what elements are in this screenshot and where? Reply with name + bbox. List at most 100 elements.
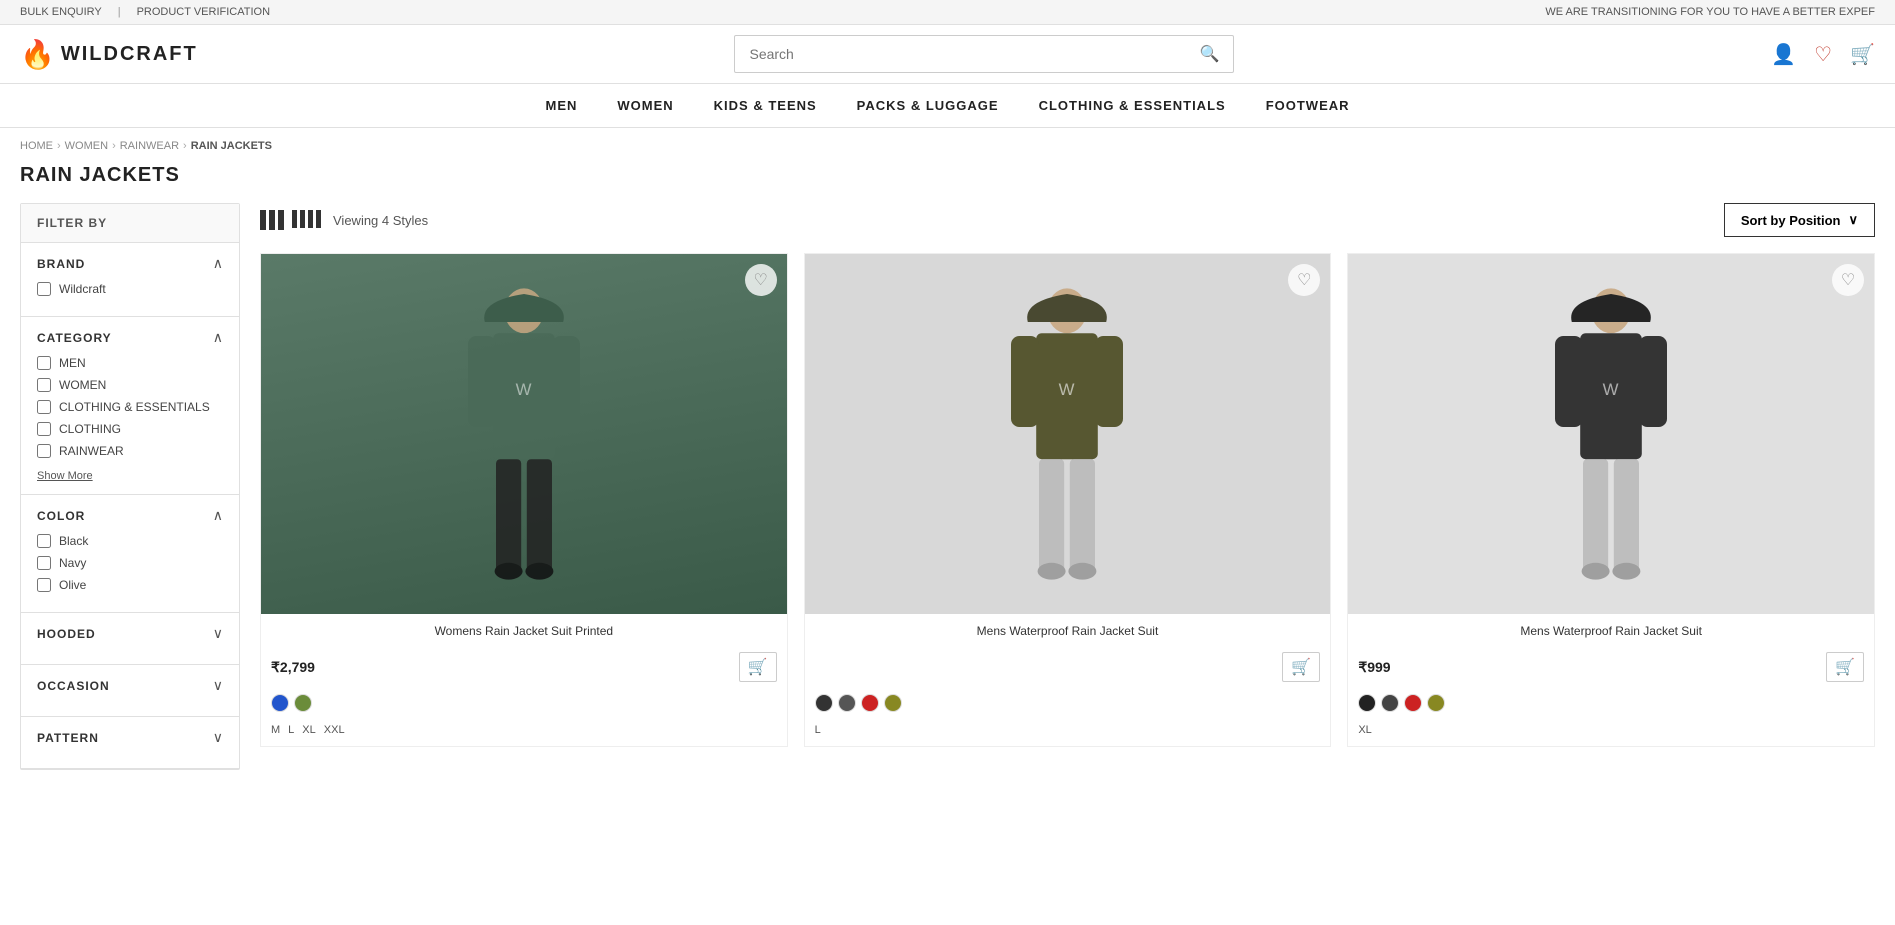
three-column-view-icon[interactable]	[260, 210, 284, 230]
logo[interactable]: 🔥 WILDCRAFT	[20, 38, 198, 71]
wishlist-btn-3[interactable]: ♡	[1832, 264, 1864, 296]
search-input[interactable]	[749, 46, 1199, 62]
show-more-category[interactable]: Show More	[37, 470, 93, 482]
product-image-wrap-2: W ♡	[805, 254, 1331, 614]
color-swatch-olive-2[interactable]	[884, 694, 902, 712]
viewing-text: Viewing 4 Styles	[333, 213, 428, 228]
product-price-row-2: 🛒	[805, 652, 1331, 690]
cart-icon[interactable]: 🛒	[1850, 42, 1875, 67]
filter-option-clothing[interactable]: CLOTHING	[37, 422, 223, 436]
color-olive-label: Olive	[59, 578, 86, 592]
wishlist-icon[interactable]: ♡	[1814, 42, 1832, 67]
color-black-label: Black	[59, 534, 88, 548]
color-swatch-red-3[interactable]	[1404, 694, 1422, 712]
color-swatch-darkgray-3[interactable]	[1381, 694, 1399, 712]
search-icon[interactable]: 🔍	[1200, 44, 1220, 64]
filter-option-black[interactable]: Black	[37, 534, 223, 548]
nav-footwear[interactable]: FOOTWEAR	[1266, 98, 1350, 113]
color-swatch-olive-1[interactable]	[294, 694, 312, 712]
size-m-1[interactable]: M	[271, 724, 280, 736]
add-to-cart-btn-2[interactable]: 🛒	[1282, 652, 1320, 682]
pattern-toggle-icon: ∨	[213, 729, 223, 746]
filter-section-hooded-header[interactable]: HOODED ∨	[37, 625, 223, 642]
product-card-2[interactable]: W ♡ Mens Waterproof Rain Jacket Suit 🛒	[804, 253, 1332, 747]
nav-men[interactable]: MEN	[545, 98, 577, 113]
occasion-toggle-icon: ∨	[213, 677, 223, 694]
size-xl-1[interactable]: XL	[302, 724, 315, 736]
product-colors-1	[261, 690, 787, 720]
product-sizes-3: XL	[1348, 720, 1874, 746]
breadcrumb-women[interactable]: WOMEN	[65, 140, 108, 152]
color-black-checkbox[interactable]	[37, 534, 51, 548]
category-clothing-checkbox[interactable]	[37, 422, 51, 436]
filter-section-color-title: COLOR	[37, 509, 85, 523]
filter-section-pattern: PATTERN ∨	[21, 717, 239, 769]
product-sizes-2: L	[805, 720, 1331, 746]
color-swatch-olive-3[interactable]	[1427, 694, 1445, 712]
user-icon[interactable]: 👤	[1771, 42, 1796, 67]
product-card-1[interactable]: W ♡ Womens Rain Jacket Suit Printed ₹2,7…	[260, 253, 788, 747]
filter-section-color-header[interactable]: COLOR ∧	[37, 507, 223, 524]
color-swatch-blue-1[interactable]	[271, 694, 289, 712]
nav-kids-teens[interactable]: KIDS & TEENS	[714, 98, 817, 113]
filter-option-rainwear[interactable]: RAINWEAR	[37, 444, 223, 458]
product-card-3[interactable]: W ♡ Mens Waterproof Rain Jacket Suit ₹99…	[1347, 253, 1875, 747]
product-name-3: Mens Waterproof Rain Jacket Suit	[1358, 624, 1864, 638]
filter-option-olive[interactable]: Olive	[37, 578, 223, 592]
four-column-view-icon[interactable]	[292, 210, 321, 230]
header-icons: 👤 ♡ 🛒	[1771, 42, 1875, 67]
size-l-1[interactable]: L	[288, 724, 294, 736]
filter-option-navy[interactable]: Navy	[37, 556, 223, 570]
product-verification-link[interactable]: PRODUCT VERIFICATION	[137, 6, 270, 18]
nav-packs-luggage[interactable]: PACKS & LUGGAGE	[857, 98, 999, 113]
sort-button[interactable]: Sort by Position ∨	[1724, 203, 1875, 237]
filter-option-women[interactable]: WOMEN	[37, 378, 223, 392]
product-image-wrap-1: W ♡	[261, 254, 787, 614]
category-clothing-essentials-checkbox[interactable]	[37, 400, 51, 414]
brand-wildcraft-checkbox[interactable]	[37, 282, 51, 296]
color-olive-checkbox[interactable]	[37, 578, 51, 592]
hooded-toggle-icon: ∨	[213, 625, 223, 642]
toolbar-left: Viewing 4 Styles	[260, 210, 428, 230]
size-xxl-1[interactable]: XXL	[324, 724, 345, 736]
category-women-checkbox[interactable]	[37, 378, 51, 392]
wishlist-btn-1[interactable]: ♡	[745, 264, 777, 296]
product-area: Viewing 4 Styles Sort by Position ∨	[260, 203, 1875, 770]
color-swatch-black-2[interactable]	[815, 694, 833, 712]
add-to-cart-btn-1[interactable]: 🛒	[739, 652, 777, 682]
filter-section-category-title: CATEGORY	[37, 331, 112, 345]
size-l-2[interactable]: L	[815, 724, 821, 736]
color-swatch-darkgray-2[interactable]	[838, 694, 856, 712]
color-toggle-icon: ∧	[213, 507, 223, 524]
filter-section-brand-header[interactable]: BRAND ∧	[37, 255, 223, 272]
product-info-3: Mens Waterproof Rain Jacket Suit	[1348, 614, 1874, 652]
filter-section-occasion-header[interactable]: OCCASION ∨	[37, 677, 223, 694]
filter-section-category-header[interactable]: CATEGORY ∧	[37, 329, 223, 346]
size-xl-3[interactable]: XL	[1358, 724, 1371, 736]
nav-women[interactable]: WOMEN	[617, 98, 673, 113]
color-navy-checkbox[interactable]	[37, 556, 51, 570]
product-price-row-1: ₹2,799 🛒	[261, 652, 787, 690]
logo-icon: 🔥	[20, 38, 55, 71]
brand-wildcraft-label: Wildcraft	[59, 282, 106, 296]
filter-option-men[interactable]: MEN	[37, 356, 223, 370]
sidebar: FILTER BY BRAND ∧ Wildcraft CATEGORY ∧ M…	[20, 203, 240, 770]
category-men-checkbox[interactable]	[37, 356, 51, 370]
bulk-enquiry-link[interactable]: BULK ENQUIRY	[20, 6, 102, 18]
breadcrumb-sep-3: ›	[183, 140, 187, 152]
brand-toggle-icon: ∧	[213, 255, 223, 272]
nav-clothing-essentials[interactable]: CLOTHING & ESSENTIALS	[1039, 98, 1226, 113]
filter-section-pattern-header[interactable]: PATTERN ∨	[37, 729, 223, 746]
color-swatch-red-2[interactable]	[861, 694, 879, 712]
product-price-1: ₹2,799	[271, 659, 315, 676]
search-bar: 🔍	[734, 35, 1234, 73]
category-women-label: WOMEN	[59, 378, 106, 392]
filter-option-wildcraft[interactable]: Wildcraft	[37, 282, 223, 296]
breadcrumb-rainwear[interactable]: RAINWEAR	[120, 140, 179, 152]
filter-section-hooded-title: HOODED	[37, 627, 96, 641]
breadcrumb-home[interactable]: HOME	[20, 140, 53, 152]
filter-option-clothing-essentials[interactable]: CLOTHING & ESSENTIALS	[37, 400, 223, 414]
add-to-cart-btn-3[interactable]: 🛒	[1826, 652, 1864, 682]
color-swatch-black-3[interactable]	[1358, 694, 1376, 712]
category-rainwear-checkbox[interactable]	[37, 444, 51, 458]
